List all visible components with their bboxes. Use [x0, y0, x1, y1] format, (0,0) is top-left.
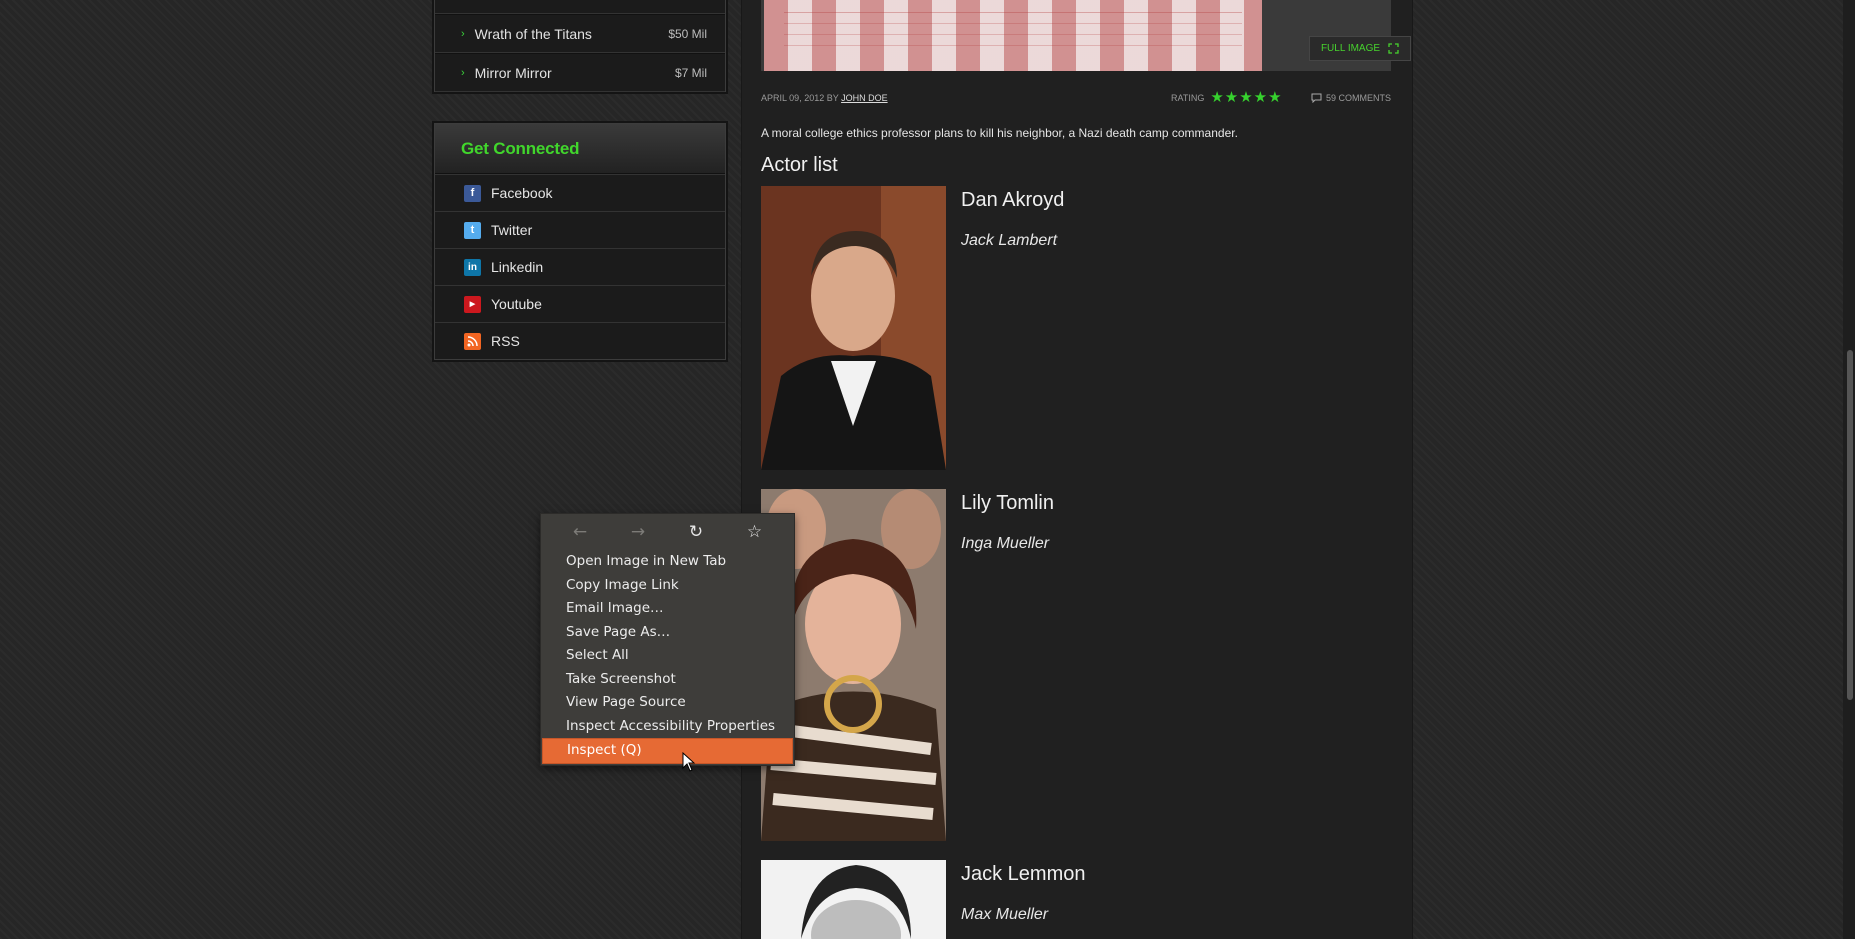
page-scrollbar[interactable] [1843, 0, 1855, 939]
social-link-linkedin[interactable]: in Linkedin [435, 248, 725, 285]
scrollbar-thumb[interactable] [1847, 350, 1853, 700]
post-meta: APRIL 09, 2012 BY JOHN DOE RATING ★★★★★ … [761, 89, 1391, 107]
chevron-right-icon: › [461, 66, 465, 79]
linkedin-icon: in [464, 258, 481, 276]
actor-name[interactable]: Lily Tomlin [961, 492, 1054, 515]
movie-list-item[interactable]: › Wrath of the Titans $50 Mil [435, 14, 725, 53]
get-connected-header: Get Connected [435, 124, 725, 174]
back-icon[interactable]: ← [573, 522, 587, 542]
movie-list-item[interactable]: › Mirror Mirror $7 Mil [435, 53, 725, 92]
expand-icon [1388, 43, 1399, 54]
list-item-cut-off[interactable] [435, 0, 725, 14]
menu-item-open-image-new-tab[interactable]: Open Image in New Tab [541, 550, 794, 574]
get-connected-box: Get Connected f Facebook t Twitter in Li… [434, 123, 726, 360]
social-link-facebook[interactable]: f Facebook [435, 174, 725, 211]
menu-item-email-image[interactable]: Email Image… [541, 597, 794, 621]
menu-item-take-screenshot[interactable]: Take Screenshot [541, 668, 794, 692]
actor-role: Max Mueller [961, 906, 1049, 923]
movie-gross: $7 Mil [674, 65, 707, 80]
poster-credits-graphic [784, 4, 1242, 46]
reload-icon[interactable]: ↻ [689, 522, 703, 542]
rating-stars: ★★★★★ [1210, 89, 1283, 106]
rating: RATING ★★★★★ [1171, 89, 1283, 106]
menu-item-inspect-accessibility[interactable]: Inspect Accessibility Properties [541, 715, 794, 739]
rss-icon [464, 332, 481, 350]
comments-count: 59 COMMENTS [1325, 93, 1391, 103]
context-menu-nav: ← → ↻ ☆ [541, 514, 794, 550]
author-link[interactable]: JOHN DOE [841, 93, 888, 103]
full-image-label: FULL IMAGE [1320, 43, 1381, 54]
social-link-label: Facebook [491, 185, 553, 201]
social-link-twitter[interactable]: t Twitter [435, 211, 725, 248]
youtube-icon: ▶ [464, 295, 481, 313]
social-link-rss[interactable]: RSS [435, 322, 725, 359]
bookmark-icon[interactable]: ☆ [747, 522, 762, 542]
movie-title: Mirror Mirror [474, 64, 552, 81]
post-byline: APRIL 09, 2012 BY JOHN DOE [761, 93, 888, 103]
comment-icon [1311, 93, 1322, 103]
actor-name[interactable]: Dan Akroyd [961, 189, 1064, 212]
menu-item-inspect[interactable]: Inspect (Q) [542, 738, 793, 764]
actor-role: Inga Mueller [961, 535, 1050, 552]
forward-icon[interactable]: → [631, 522, 645, 542]
get-connected-title: Get Connected [461, 138, 580, 158]
menu-item-view-page-source[interactable]: View Page Source [541, 691, 794, 715]
rating-label: RATING [1171, 93, 1205, 103]
full-image-button[interactable]: FULL IMAGE [1309, 36, 1411, 61]
chevron-right-icon: › [461, 27, 465, 40]
twitter-icon: t [464, 221, 481, 239]
actor-photo[interactable] [761, 860, 946, 939]
menu-item-select-all[interactable]: Select All [541, 644, 794, 668]
movie-poster-frame: FULL IMAGE [761, 0, 1411, 71]
post-content: FULL IMAGE APRIL 09, 2012 BY JOHN DOE RA… [741, 0, 1413, 939]
actor-photo[interactable] [761, 186, 946, 470]
social-link-label: Linkedin [491, 259, 544, 275]
actor-role: Jack Lambert [961, 232, 1058, 249]
facebook-icon: f [464, 184, 481, 202]
movie-title: Wrath of the Titans [474, 25, 592, 42]
top-movies-box: › Wrath of the Titans $50 Mil › Mirror M… [434, 0, 726, 92]
mouse-cursor-icon [682, 752, 696, 772]
social-link-label: RSS [491, 333, 520, 349]
menu-item-copy-image-link[interactable]: Copy Image Link [541, 574, 794, 598]
movie-gross: $50 Mil [668, 26, 707, 41]
post-date: APRIL 09, 2012 BY [761, 93, 839, 103]
actor-list-heading: Actor list [761, 154, 838, 176]
comments-link[interactable]: 59 COMMENTS [1311, 93, 1391, 103]
menu-item-save-page-as[interactable]: Save Page As… [541, 621, 794, 645]
post-description: A moral college ethics professor plans t… [761, 126, 1238, 140]
context-menu: ← → ↻ ☆ Open Image in New Tab Copy Image… [540, 513, 795, 766]
social-link-label: Twitter [491, 222, 533, 238]
movie-poster-image[interactable] [764, 0, 1262, 71]
social-link-youtube[interactable]: ▶ Youtube [435, 285, 725, 322]
actor-name[interactable]: Jack Lemmon [961, 863, 1086, 886]
social-link-label: Youtube [491, 296, 542, 312]
